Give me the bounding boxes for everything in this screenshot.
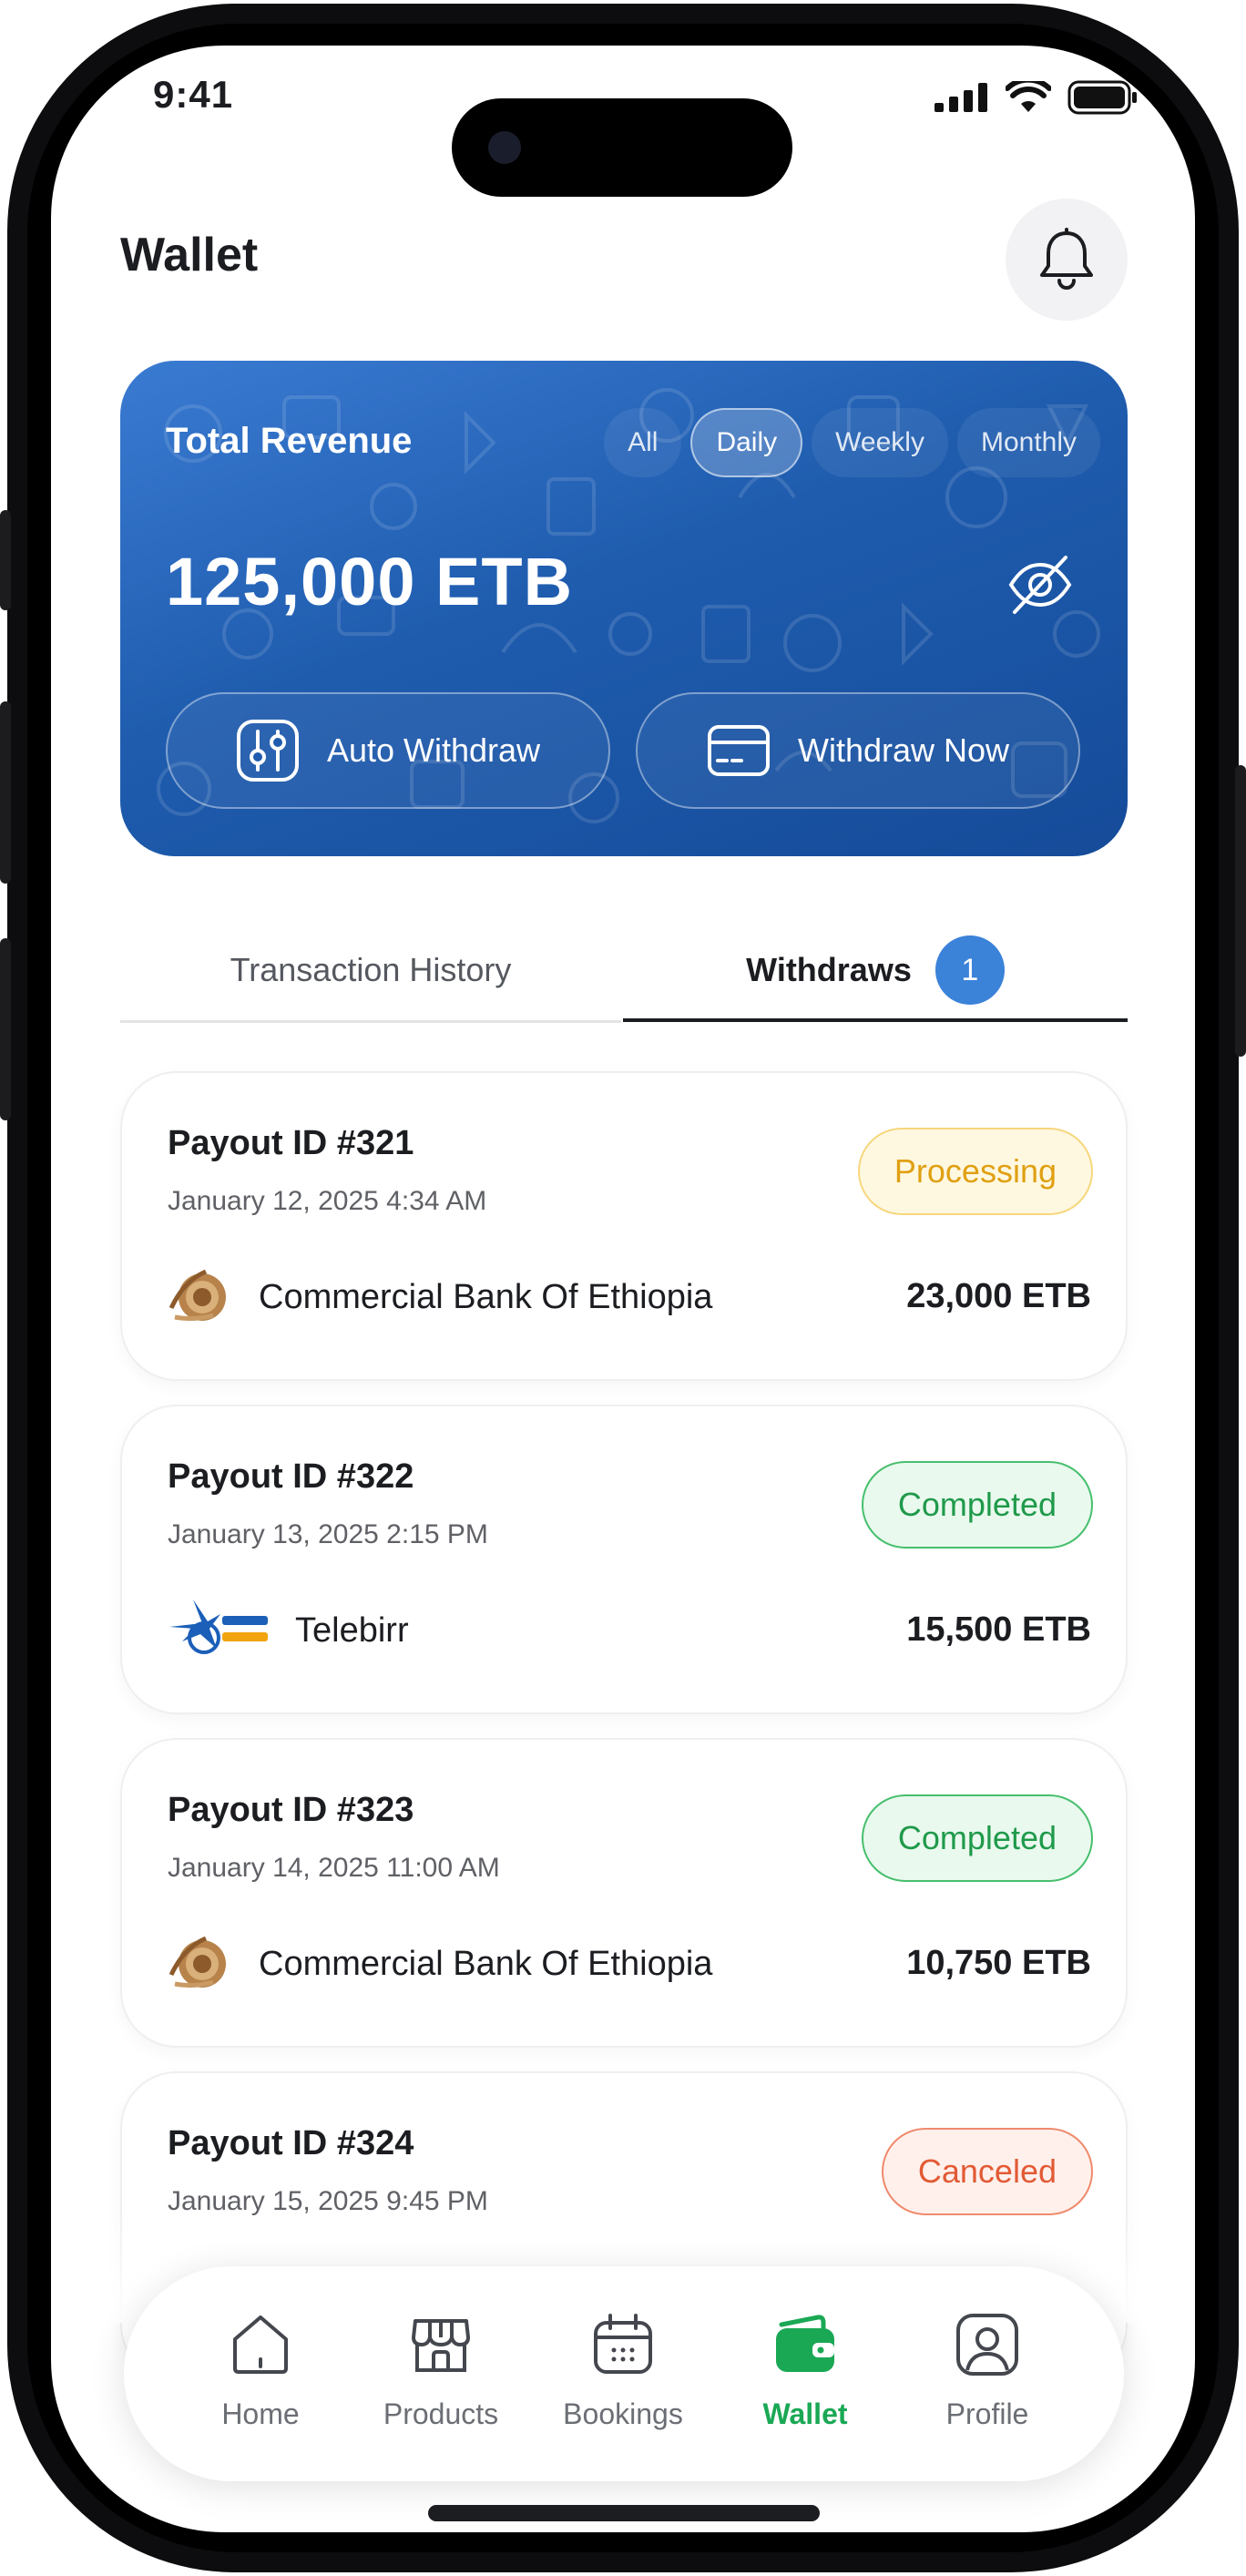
status-badge: Completed xyxy=(861,1461,1093,1549)
volume-down-button xyxy=(0,938,11,1120)
period-filter: All Daily Weekly Monthly xyxy=(604,408,1100,477)
payout-date: January 12, 2025 4:34 AM xyxy=(168,1186,487,1216)
card-icon xyxy=(707,725,770,776)
status-badge: Canceled xyxy=(881,2128,1093,2215)
bank-row: Telebirr xyxy=(166,1596,409,1665)
tab-divider xyxy=(120,1020,621,1023)
bank-row: Commercial Bank Of Ethiopia xyxy=(166,1929,712,1998)
tab-transaction-history-label: Transaction History xyxy=(230,951,512,988)
nav-label: Profile xyxy=(945,2397,1029,2430)
dynamic-island xyxy=(452,98,792,197)
payout-id: Payout ID #321 xyxy=(168,1124,414,1162)
wallet-icon xyxy=(776,2315,834,2372)
bank-name: Telebirr xyxy=(295,1610,409,1650)
bank-row: Commercial Bank Of Ethiopia xyxy=(166,1262,712,1332)
auto-withdraw-label: Auto Withdraw xyxy=(326,731,541,769)
profile-icon xyxy=(956,2314,1018,2376)
bank-name: Commercial Bank Of Ethiopia xyxy=(259,1277,713,1316)
nav-label: Products xyxy=(383,2397,499,2430)
withdraw-now-button[interactable]: Withdraw Now xyxy=(636,692,1080,809)
home-indicator[interactable] xyxy=(428,2505,820,2521)
payout-card[interactable]: Payout ID #322 January 13, 2025 2:15 PM … xyxy=(120,1405,1128,1714)
nav-item-bookings[interactable]: Bookings xyxy=(541,2312,705,2431)
revenue-card: Total Revenue All Daily Weekly Monthly 1… xyxy=(120,361,1128,856)
withdraw-now-label: Withdraw Now xyxy=(797,731,1010,769)
cbe-logo-icon xyxy=(169,1269,226,1322)
payout-id: Payout ID #322 xyxy=(168,1457,414,1496)
store-icon xyxy=(412,2319,470,2372)
period-tab-weekly[interactable]: Weekly xyxy=(812,408,948,477)
nav-label: Wallet xyxy=(762,2397,848,2430)
payout-amount: 10,750 ETB xyxy=(906,1944,1091,1982)
bell-icon xyxy=(1040,228,1093,290)
tab-transaction-history[interactable]: Transaction History xyxy=(120,920,621,1020)
eye-off-icon[interactable] xyxy=(1006,550,1075,619)
total-revenue-label: Total Revenue xyxy=(166,421,413,461)
sliders-icon xyxy=(236,720,299,782)
wallet-tabs: Transaction History Withdraws 1 xyxy=(120,920,1128,1024)
notification-button[interactable] xyxy=(1006,199,1128,321)
nav-item-home[interactable]: Home xyxy=(179,2312,342,2431)
period-tab-monthly[interactable]: Monthly xyxy=(956,408,1100,477)
payout-date: January 13, 2025 2:15 PM xyxy=(168,1519,488,1549)
nav-label: Bookings xyxy=(563,2397,683,2430)
front-camera xyxy=(488,131,521,164)
bank-name: Commercial Bank Of Ethiopia xyxy=(259,1944,713,1983)
nav-label: Home xyxy=(221,2397,300,2430)
status-badge: Completed xyxy=(861,1794,1093,1882)
battery-icon xyxy=(1067,80,1137,115)
page-title: Wallet xyxy=(120,229,259,281)
telebirr-logo-icon xyxy=(169,1600,268,1654)
active-tab-indicator xyxy=(623,1018,1128,1022)
power-button xyxy=(1235,765,1246,1057)
action-button xyxy=(0,510,11,610)
withdraws-count-badge: 1 xyxy=(934,935,1005,1005)
payout-id: Payout ID #324 xyxy=(168,2124,414,2162)
payout-card[interactable]: Payout ID #323 January 14, 2025 11:00 AM… xyxy=(120,1738,1128,2048)
home-icon xyxy=(233,2315,288,2374)
signal-icon xyxy=(934,83,987,112)
payout-date: January 14, 2025 11:00 AM xyxy=(168,1853,500,1883)
period-tab-daily[interactable]: Daily xyxy=(690,408,803,477)
payout-card[interactable]: Payout ID #321 January 12, 2025 4:34 AM … xyxy=(120,1071,1128,1381)
total-revenue-amount: 125,000 ETB xyxy=(166,544,574,619)
payout-date: January 15, 2025 9:45 PM xyxy=(168,2186,488,2216)
status-badge: Processing xyxy=(857,1128,1093,1215)
payout-amount: 23,000 ETB xyxy=(906,1277,1091,1315)
payout-id: Payout ID #323 xyxy=(168,1791,414,1829)
nav-item-wallet[interactable]: Wallet xyxy=(723,2312,887,2431)
nav-item-profile[interactable]: Profile xyxy=(905,2312,1069,2431)
status-time: 9:41 xyxy=(153,73,234,116)
cbe-logo-icon xyxy=(169,1936,226,1988)
nav-item-products[interactable]: Products xyxy=(359,2312,523,2431)
status-icons xyxy=(934,80,1139,115)
tab-withdraws-label: Withdraws xyxy=(746,951,912,988)
calendar-icon xyxy=(594,2314,652,2374)
bottom-nav: Home Products Bookings Wallet Profile xyxy=(124,2266,1124,2481)
payout-amount: 15,500 ETB xyxy=(906,1610,1091,1649)
auto-withdraw-button[interactable]: Auto Withdraw xyxy=(166,692,610,809)
wifi-icon xyxy=(1006,81,1051,112)
volume-up-button xyxy=(0,701,11,884)
period-tab-all[interactable]: All xyxy=(604,408,682,477)
tab-withdraws[interactable]: Withdraws 1 xyxy=(623,920,1128,1020)
